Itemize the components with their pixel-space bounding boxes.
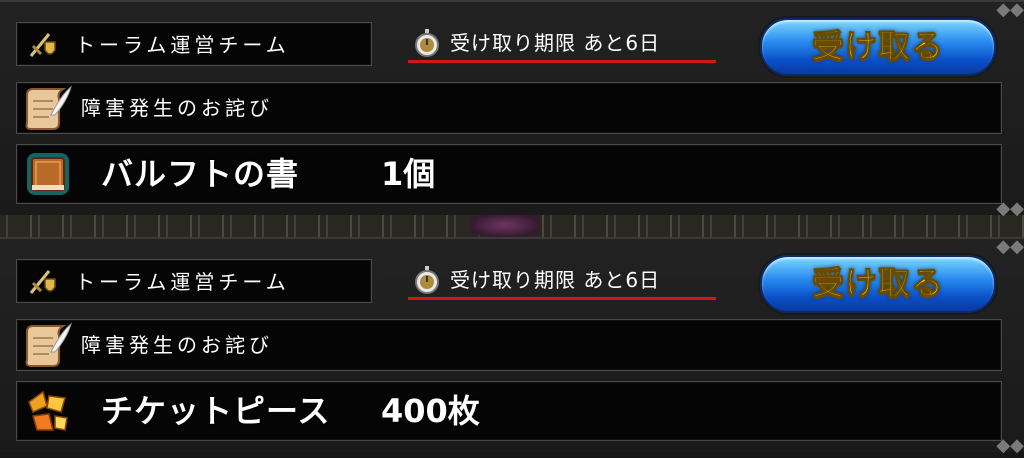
subject-text: 障害発生のお詫び xyxy=(81,96,273,120)
ticket-piece-icon xyxy=(25,388,71,434)
stopwatch-icon xyxy=(412,265,442,295)
sender-box: トーラム運営チーム xyxy=(16,259,372,303)
receive-button[interactable]: 受け取る xyxy=(760,255,996,313)
sword-shield-icon xyxy=(27,267,57,297)
sender-name: トーラム運営チーム xyxy=(75,33,290,57)
stopwatch-icon xyxy=(412,28,442,58)
deadline-indicator: 受け取り期限 あと6日 xyxy=(408,263,716,300)
receive-button-label: 受け取る xyxy=(811,27,944,66)
sender-box: トーラム運営チーム xyxy=(16,22,372,66)
mail-card: ◆◆ ◆◆ トーラム運営チーム 受け取り期限 あと6日 受け取る 障害発生のお詫… xyxy=(0,0,1024,219)
subject-box: 障害発生のお詫び xyxy=(16,82,1002,134)
subject-text: 障害発生のお詫び xyxy=(81,333,273,357)
receive-button[interactable]: 受け取る xyxy=(760,18,996,76)
deadline-indicator: 受け取り期限 あと6日 xyxy=(408,26,716,63)
mail-card: ◆◆ ◆◆ トーラム運営チーム 受け取り期限 あと6日 受け取る 障害発生のお詫… xyxy=(0,236,1024,456)
reward-item-row: バルフトの書 1個 xyxy=(16,144,1002,204)
frame-corner-ornament: ◆◆ xyxy=(996,0,1024,20)
frame-corner-ornament: ◆◆ xyxy=(996,236,1024,257)
item-name: バルフトの書 xyxy=(101,155,300,193)
deadline-text: 受け取り期限 あと6日 xyxy=(450,31,661,55)
scroll-quill-icon xyxy=(21,322,73,368)
sender-name: トーラム運営チーム xyxy=(75,270,290,294)
item-name: チケットピース xyxy=(101,392,331,430)
receive-button-label: 受け取る xyxy=(811,264,944,303)
background-ornament xyxy=(470,213,540,237)
scroll-quill-icon xyxy=(21,85,73,131)
deadline-text: 受け取り期限 あと6日 xyxy=(450,268,661,292)
sword-shield-icon xyxy=(27,30,57,60)
background-strip xyxy=(0,213,1024,237)
book-icon xyxy=(25,151,71,197)
item-quantity: 400枚 xyxy=(381,392,480,430)
reward-item-row: チケットピース 400枚 xyxy=(16,381,1002,441)
subject-box: 障害発生のお詫び xyxy=(16,319,1002,371)
item-quantity: 1個 xyxy=(381,155,436,193)
